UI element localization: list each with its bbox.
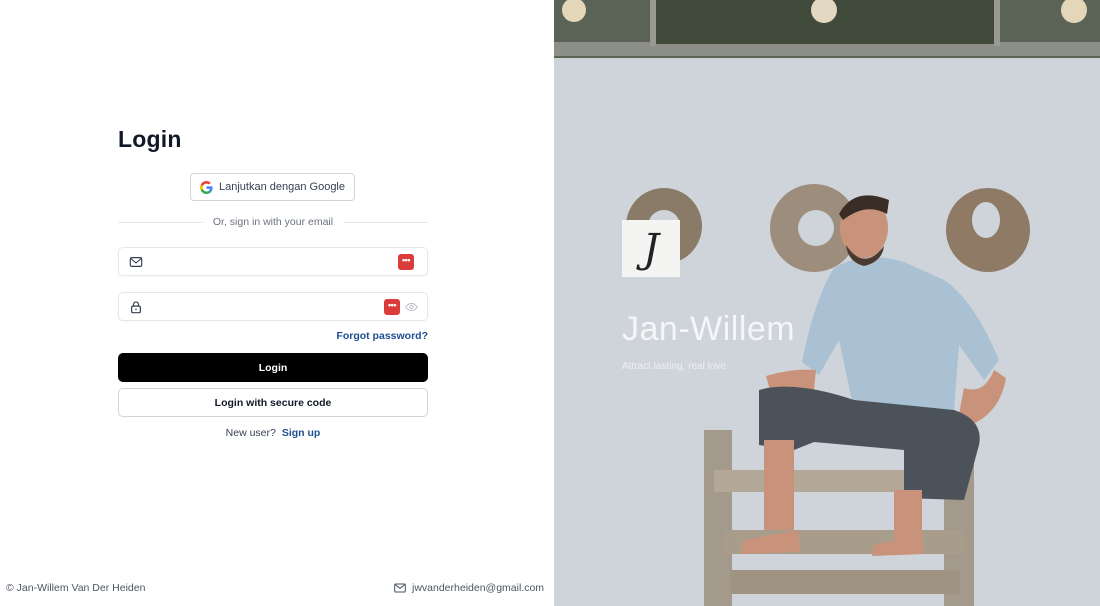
password-manager-icon[interactable]: •••: [398, 254, 414, 270]
secure-code-login-button[interactable]: Login with secure code: [118, 388, 428, 417]
password-manager-icon[interactable]: •••: [384, 299, 400, 315]
email-input[interactable]: [151, 252, 381, 272]
google-signin-button[interactable]: Lanjutkan dengan Google: [190, 173, 355, 201]
brand-name: Jan-Willem: [622, 310, 796, 348]
brand-logo-letter: J: [642, 225, 660, 272]
brand-tagline: Attract lasting, real love: [622, 361, 726, 372]
login-panel: Login Lanjutkan dengan Google Or, sign i…: [0, 0, 554, 606]
lock-icon: [131, 301, 141, 314]
brand-logo: J: [622, 220, 680, 277]
forgot-password-link[interactable]: Forgot password?: [320, 330, 428, 342]
divider-line-left: [118, 221, 203, 223]
footer-email[interactable]: jwvanderheiden@gmail.com: [412, 582, 544, 594]
mail-icon: [129, 257, 143, 267]
password-input[interactable]: [151, 297, 381, 317]
new-user-row: New user? Sign up: [118, 427, 428, 439]
copyright-text: © Jan-Willem Van Der Heiden: [6, 582, 146, 594]
password-manager-badge-dots: •••: [388, 300, 396, 310]
hero-panel: J Jan-Willem Attract lasting, real love: [554, 0, 1100, 606]
footer-copyright: © Jan-Willem Van Der Heiden: [6, 582, 145, 594]
hero-photo: [554, 0, 1100, 606]
login-button[interactable]: Login: [118, 353, 428, 382]
envelope-icon: [394, 583, 406, 593]
password-field[interactable]: •••: [118, 292, 428, 321]
divider-text: Or, sign in with your email: [212, 216, 334, 228]
footer-contact[interactable]: jwvanderheiden@gmail.com: [394, 582, 544, 594]
password-manager-badge-dots: •••: [402, 255, 410, 265]
email-field[interactable]: •••: [118, 247, 428, 276]
google-icon: [200, 180, 213, 194]
eye-icon[interactable]: [405, 301, 418, 313]
page-title: Login: [118, 126, 182, 152]
new-user-text: New user?: [225, 427, 276, 439]
divider: Or, sign in with your email: [118, 215, 428, 229]
google-button-label: Lanjutkan dengan Google: [219, 181, 345, 193]
divider-line-right: [343, 221, 428, 223]
signup-link[interactable]: Sign up: [282, 427, 321, 439]
